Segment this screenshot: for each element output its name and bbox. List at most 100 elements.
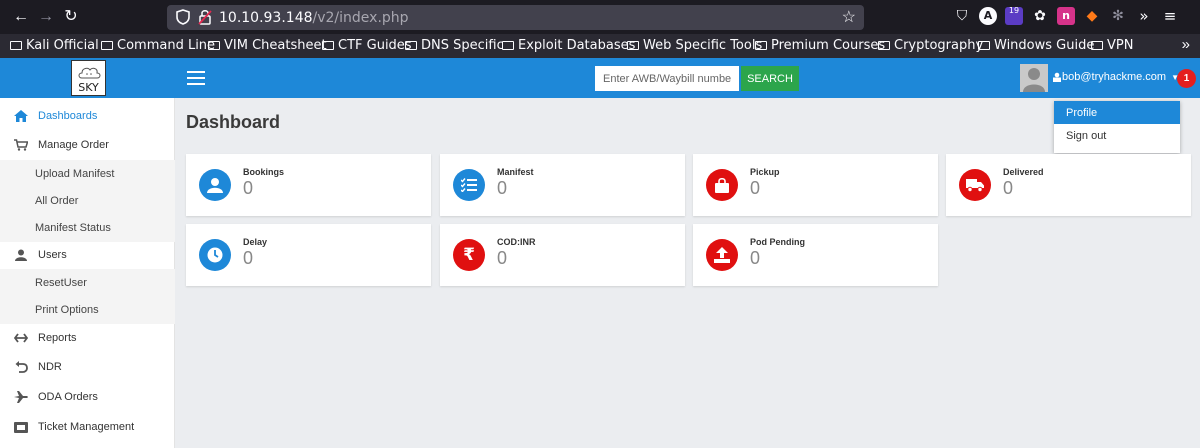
stat-card-pickup[interactable]: Pickup 0: [693, 154, 938, 216]
bookmark-item[interactable]: CTF Guides: [322, 38, 412, 53]
sidebar-item-ticket-management[interactable]: Ticket Management: [0, 413, 175, 441]
fox-extension-icon[interactable]: ◆: [1083, 7, 1101, 25]
truck-icon: [959, 169, 991, 201]
bookmarks-bar: Kali Official Command Line VIM Cheatshee…: [0, 34, 1200, 58]
folder-icon: [627, 41, 639, 50]
reload-icon[interactable]: ↻: [60, 6, 82, 28]
sidebar-item-ndr[interactable]: NDR: [0, 353, 175, 381]
back-icon[interactable]: ←: [10, 6, 32, 28]
folder-icon: [502, 41, 514, 50]
avatar[interactable]: [1020, 64, 1048, 92]
bookmarks-overflow-icon[interactable]: »: [1182, 36, 1190, 53]
stat-card-cod-inr[interactable]: ₹ COD:INR 0: [440, 224, 685, 286]
bookmark-item[interactable]: DNS Specific: [405, 38, 504, 53]
user-icon: [13, 248, 29, 262]
card-title: COD:INR: [497, 237, 536, 247]
page-title: Dashboard: [186, 112, 281, 132]
search-button[interactable]: SEARCH: [741, 66, 799, 91]
stat-card-bookings[interactable]: Bookings 0: [186, 154, 431, 216]
bookmark-item[interactable]: Kali Official: [10, 38, 99, 53]
bookmark-item[interactable]: Windows Guide: [978, 38, 1094, 53]
reports-icon: [13, 331, 29, 345]
sidebar-item-print-options[interactable]: Print Options: [0, 296, 175, 324]
address-bar[interactable]: 10.10.93.148/v2/index.php ☆: [167, 5, 864, 30]
sidebar-item-reports[interactable]: Reports: [0, 324, 175, 352]
account-icon[interactable]: A: [979, 7, 997, 25]
undo-icon: [13, 360, 29, 374]
card-title: Delivered: [1003, 167, 1044, 177]
folder-icon: [978, 41, 990, 50]
list-icon: [453, 169, 485, 201]
bookmark-item[interactable]: Exploit Databases: [502, 38, 635, 53]
card-value: 0: [497, 178, 508, 198]
card-title: Pickup: [750, 167, 780, 177]
n-extension-icon[interactable]: n: [1057, 7, 1075, 25]
bookmark-star-icon[interactable]: ☆: [842, 7, 856, 27]
app-header: SKY SEARCH bob@tryhackme.com ▼ 1: [0, 58, 1200, 98]
card-title: Bookings: [243, 167, 285, 177]
logo[interactable]: SKY: [71, 60, 106, 96]
url-text: 10.10.93.148/v2/index.php: [219, 10, 409, 26]
folder-icon: [755, 41, 767, 50]
sidebar: Dashboards Manage Order Upload Manifest …: [0, 98, 175, 448]
hamburger-menu-icon[interactable]: [187, 71, 205, 85]
card-value: 0: [243, 248, 254, 268]
folder-icon: [1091, 41, 1103, 50]
bookmark-item[interactable]: VPN: [1091, 38, 1133, 53]
cookie-extension-icon[interactable]: ✿: [1031, 7, 1049, 25]
folder-icon: [208, 41, 220, 50]
sidebar-item-all-order[interactable]: All Order: [0, 187, 175, 215]
extension-badge-count: 19: [1008, 6, 1020, 15]
notification-badge[interactable]: 1: [1177, 69, 1196, 88]
extension-badge-icon[interactable]: 19: [1005, 6, 1023, 25]
sidebar-item-manifest-status[interactable]: Manifest Status: [0, 214, 175, 242]
folder-icon: [10, 41, 22, 50]
clock-icon: [199, 239, 231, 271]
stat-card-delay[interactable]: Delay 0: [186, 224, 431, 286]
folder-icon: [878, 41, 890, 50]
sign-out-menu-item[interactable]: Sign out: [1054, 124, 1180, 147]
ticket-icon: [13, 420, 29, 434]
sidebar-item-resetuser[interactable]: ResetUser: [0, 269, 175, 297]
user-menu[interactable]: bob@tryhackme.com ▼: [1052, 71, 1179, 83]
card-value: 0: [497, 248, 508, 268]
user-icon: [199, 169, 231, 201]
user-lock-icon: [1053, 72, 1061, 82]
folder-icon: [101, 41, 113, 50]
profile-menu-item[interactable]: Profile: [1054, 101, 1180, 124]
folder-icon: [322, 41, 334, 50]
rupee-icon: ₹: [453, 239, 485, 271]
bookmark-item[interactable]: Web Specific Tools: [627, 38, 762, 53]
bookmark-item[interactable]: Premium Courses: [755, 38, 885, 53]
plane-icon: [13, 390, 29, 404]
bookmark-item[interactable]: Cryptography: [878, 38, 983, 53]
stat-card-manifest[interactable]: Manifest 0: [440, 154, 685, 216]
puzzle-extension-icon[interactable]: ✻: [1109, 7, 1127, 25]
home-icon: [13, 109, 29, 123]
menu-icon[interactable]: ≡: [1161, 7, 1179, 25]
user-email: bob@tryhackme.com: [1062, 71, 1167, 83]
sidebar-item-users[interactable]: Users: [0, 241, 175, 269]
bookmark-item[interactable]: Command Line: [101, 38, 215, 53]
sidebar-item-oda-orders[interactable]: ODA Orders: [0, 383, 175, 411]
stat-card-delivered[interactable]: Delivered 0: [946, 154, 1191, 216]
awb-search-input[interactable]: [595, 66, 739, 91]
card-value: 0: [243, 178, 254, 198]
forward-icon[interactable]: →: [35, 6, 57, 28]
card-title: Delay: [243, 237, 268, 247]
bag-icon: [706, 169, 738, 201]
card-title: Manifest: [497, 167, 534, 177]
logo-text: SKY: [78, 81, 99, 94]
default-avatar-icon: [1023, 68, 1045, 92]
overflow-chevron-icon[interactable]: »: [1135, 7, 1153, 25]
sidebar-item-manage-order[interactable]: Manage Order: [0, 131, 175, 159]
pocket-icon[interactable]: ⛉: [953, 7, 971, 25]
shield-icon[interactable]: [176, 9, 190, 25]
sidebar-item-upload-manifest[interactable]: Upload Manifest: [0, 160, 175, 188]
sidebar-item-dashboards[interactable]: Dashboards: [0, 102, 175, 130]
stat-card-pod-pending[interactable]: Pod Pending 0: [693, 224, 938, 286]
bookmark-item[interactable]: VIM Cheatsheet: [208, 38, 327, 53]
insecure-lock-icon[interactable]: [198, 8, 212, 26]
user-dropdown: Profile Sign out: [1054, 101, 1180, 153]
card-value: 0: [1003, 178, 1014, 198]
